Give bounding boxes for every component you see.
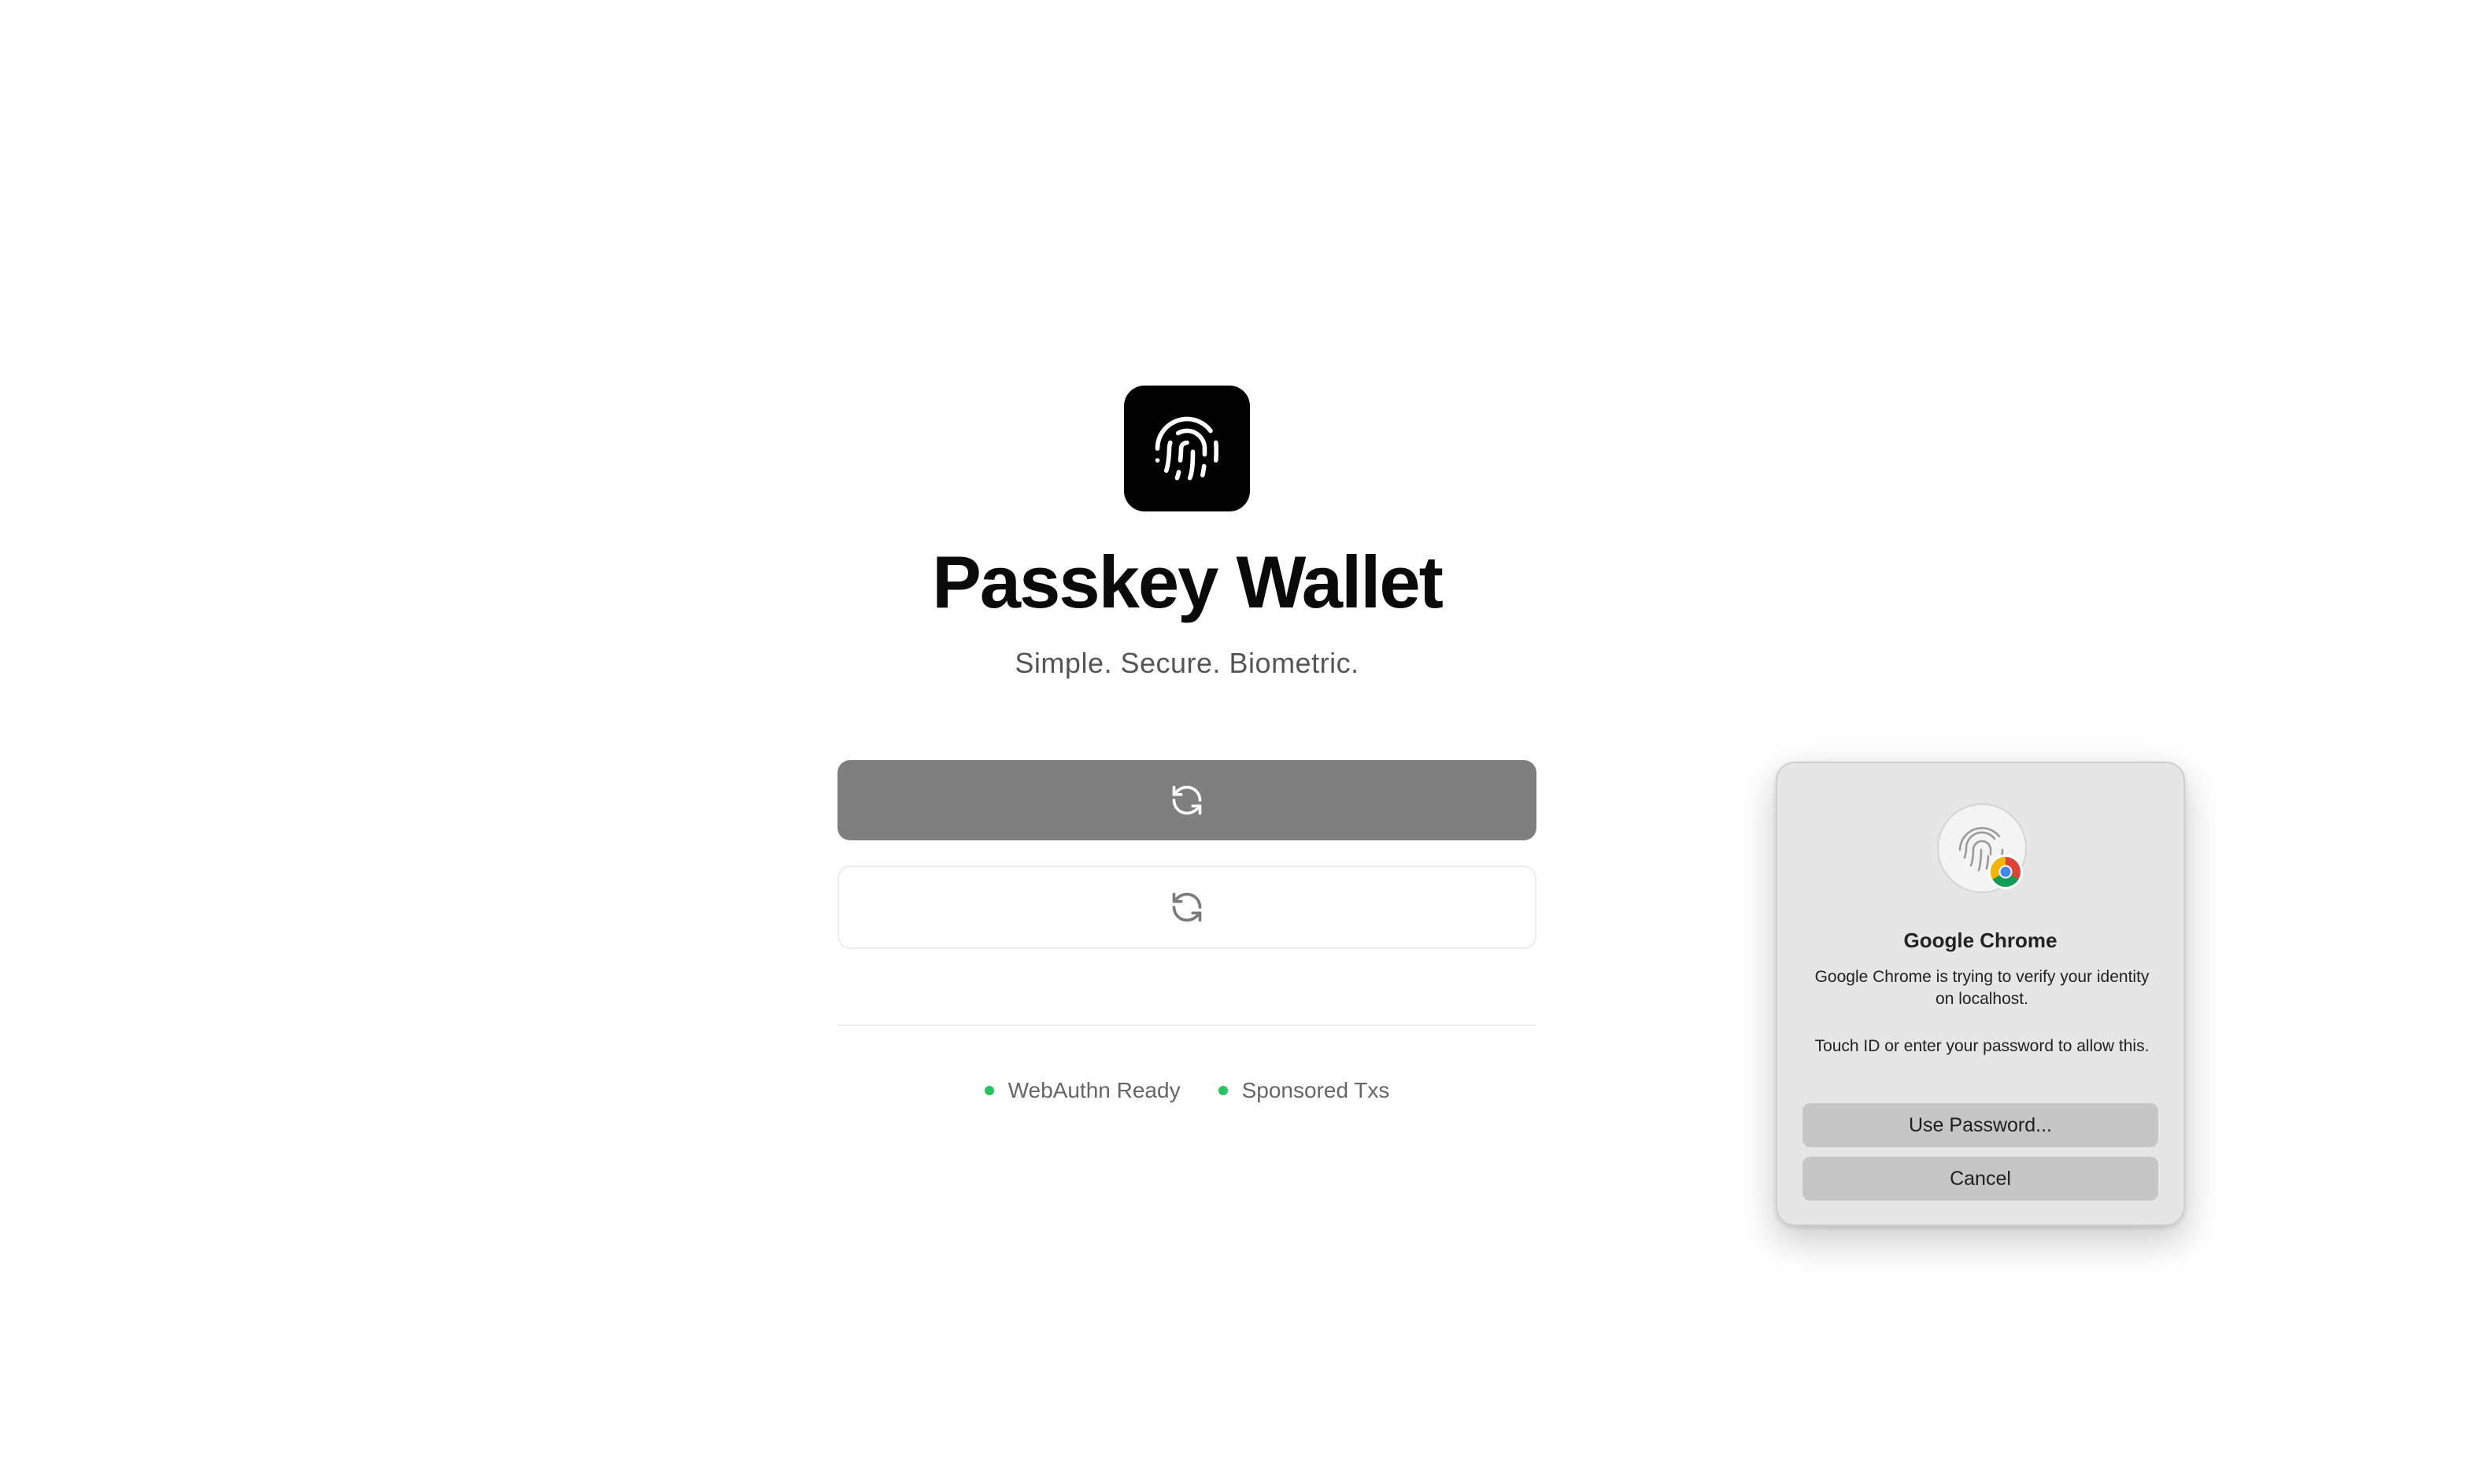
fingerprint-icon (1152, 413, 1222, 484)
chrome-logo-icon (1988, 855, 2023, 889)
status-sponsored: Sponsored Txs (1218, 1078, 1390, 1103)
app-logo (1124, 386, 1250, 511)
status-dot (1218, 1086, 1228, 1095)
dialog-message: Google Chrome is trying to verify your i… (1809, 966, 2155, 1010)
app-tagline: Simple. Secure. Biometric. (793, 647, 1581, 680)
divider (837, 1024, 1536, 1026)
refresh-icon (1170, 783, 1204, 818)
status-label: WebAuthn Ready (1008, 1078, 1181, 1103)
touch-id-fingerprint-icon (1936, 803, 2028, 894)
status-webauthn: WebAuthn Ready (985, 1078, 1181, 1103)
cancel-button[interactable]: Cancel (1802, 1157, 2158, 1201)
touch-id-dialog: Google Chrome Google Chrome is trying to… (1776, 762, 2185, 1226)
status-dot (985, 1086, 994, 1095)
refresh-icon (1170, 890, 1204, 925)
page: Passkey Wallet Simple. Secure. Biometric… (0, 0, 2492, 1484)
dialog-instruction: Touch ID or enter your password to allow… (1809, 1035, 2155, 1058)
status-row: WebAuthn Ready Sponsored Txs (793, 1078, 1581, 1103)
app-title: Passkey Wallet (793, 540, 1581, 625)
use-password-button[interactable]: Use Password... (1802, 1103, 2158, 1147)
dialog-title: Google Chrome (1777, 928, 2183, 953)
status-label: Sponsored Txs (1242, 1078, 1390, 1103)
secondary-action-button[interactable] (837, 866, 1536, 949)
primary-action-button[interactable] (837, 760, 1536, 840)
